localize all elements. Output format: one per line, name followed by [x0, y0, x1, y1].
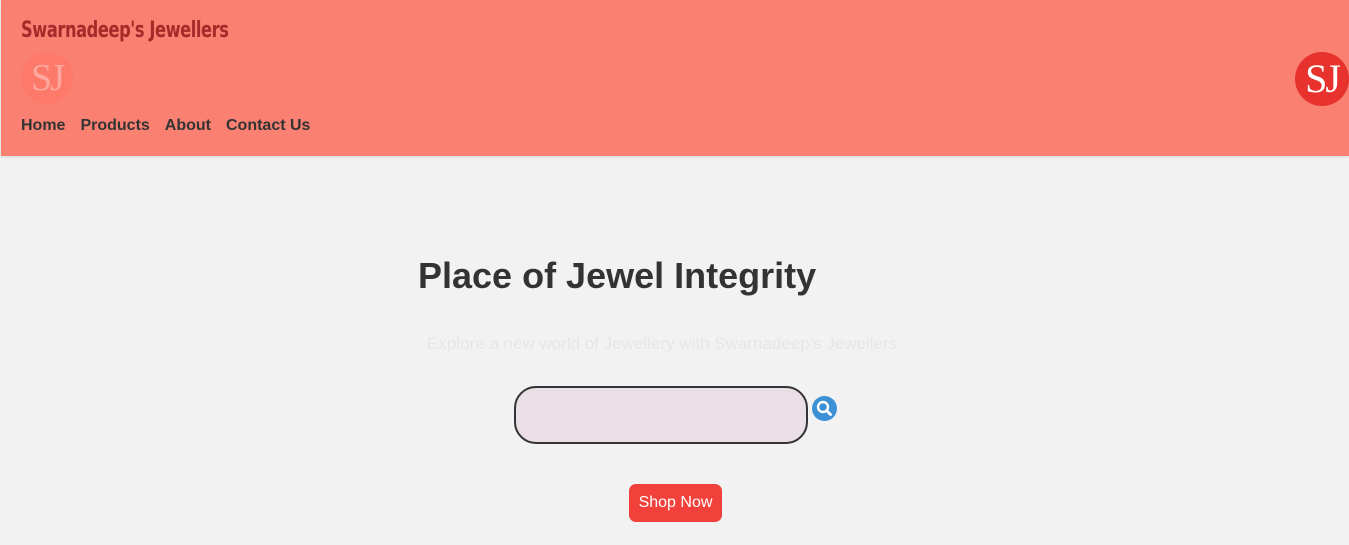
nav-home[interactable]: Home: [21, 117, 65, 135]
shop-now-button[interactable]: Shop Now: [629, 484, 722, 522]
nav-products[interactable]: Products: [80, 117, 149, 135]
hero-subtitle: Explore a new world of Jewellery with Sw…: [427, 334, 898, 353]
brand-name: Swarnadeep's Jewellers: [21, 18, 229, 43]
site-header: Swarnadeep's Jewellers SJ Home Products …: [1, 0, 1349, 156]
search-icon[interactable]: [812, 396, 837, 421]
logo-watermark: SJ: [21, 52, 73, 104]
main-nav: Home Products About Contact Us: [21, 117, 310, 135]
nav-contact-us[interactable]: Contact Us: [226, 117, 310, 135]
nav-about[interactable]: About: [165, 117, 211, 135]
search-input[interactable]: [514, 386, 808, 444]
hero-title: Place of Jewel Integrity: [418, 255, 817, 296]
logo-badge[interactable]: SJ: [1295, 52, 1349, 106]
